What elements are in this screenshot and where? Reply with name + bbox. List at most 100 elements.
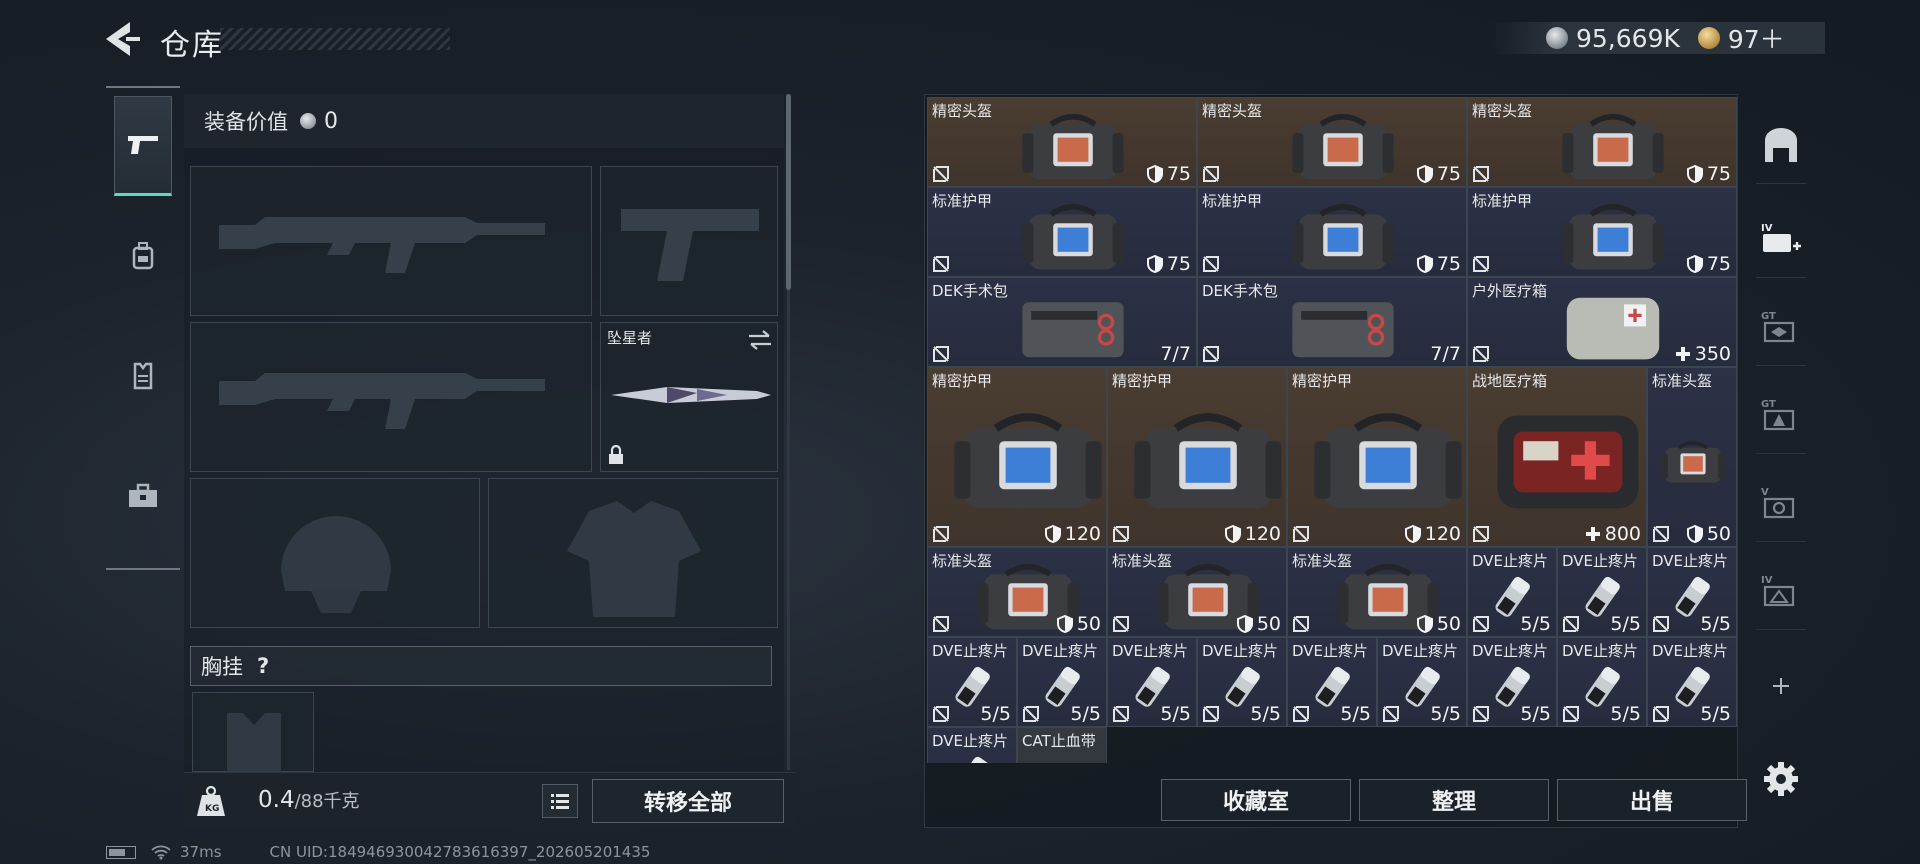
not-insured-icon — [933, 526, 949, 542]
rail-ammo-box[interactable]: GT — [1756, 290, 1806, 366]
inventory-item[interactable]: 精密护甲 120 — [1107, 367, 1287, 547]
inventory-item[interactable]: DVE止疼片 5/5 — [1467, 547, 1557, 637]
armor-shield-icon — [1686, 165, 1703, 183]
item-value: 5/5 — [1070, 703, 1101, 725]
item-value-text: 350 — [1694, 343, 1731, 365]
inventory-item[interactable]: 标准护甲 75 — [927, 187, 1197, 277]
inventory-item[interactable]: DVE止疼片 5/5 — [927, 637, 1017, 727]
not-insured-icon — [1563, 616, 1579, 632]
tab-vest[interactable] — [114, 326, 172, 426]
item-name: DVE止疼片 — [1472, 642, 1549, 660]
inventory-item[interactable]: DVE止疼片 5/5 — [1377, 637, 1467, 727]
item-value: 7/7 — [1160, 343, 1191, 365]
svg-text:GT: GT — [1761, 399, 1776, 410]
back-arrow-icon — [106, 22, 140, 56]
inventory-item[interactable]: DVE止疼片 5/5 — [1467, 637, 1557, 727]
armor-shield-icon — [1416, 615, 1433, 633]
back-button[interactable] — [100, 18, 146, 60]
rail-medkit-tier[interactable]: IV — [1756, 202, 1806, 278]
tab-rail-bottom — [106, 568, 180, 570]
not-insured-icon — [1653, 526, 1669, 542]
swap-icon[interactable] — [747, 329, 773, 351]
tab-case[interactable] — [114, 446, 172, 546]
inventory-item[interactable]: 标准护甲 75 — [1197, 187, 1467, 277]
inventory-item[interactable]: DVE止疼片 5/5 — [1017, 637, 1107, 727]
item-value: 75 — [1146, 163, 1191, 185]
gold-currency-value[interactable]: 97＋ — [1728, 20, 1785, 56]
melee-slot[interactable]: 坠星者 — [600, 322, 778, 472]
inventory-item[interactable]: DVE止疼片 — [927, 727, 1017, 763]
weight-icon: KG — [197, 785, 225, 816]
wifi-icon — [151, 845, 171, 860]
tab-weapons[interactable] — [114, 96, 172, 196]
tier-box-icon: IV — [1761, 575, 1795, 606]
inventory-item[interactable]: DVE止疼片 5/5 — [1557, 637, 1647, 727]
collection-button[interactable]: 收藏室 — [1161, 779, 1351, 821]
inventory-item[interactable]: 精密头盔 75 — [927, 97, 1197, 187]
item-value: 75 — [1146, 253, 1191, 275]
item-name: 精密头盔 — [1202, 102, 1263, 120]
safe-box-icon — [1765, 127, 1797, 162]
not-insured-icon — [1563, 706, 1579, 722]
item-value: 5/5 — [1700, 703, 1731, 725]
transfer-all-button[interactable]: 转移全部 — [592, 779, 784, 823]
rail-add-button[interactable] — [1756, 648, 1806, 724]
rail-vision-box[interactable]: V — [1756, 466, 1806, 542]
armor-vest-icon — [1022, 203, 1124, 270]
item-name: 户外医疗箱 — [1472, 282, 1548, 300]
sidearm-slot[interactable] — [600, 166, 778, 316]
helmet-bag-icon — [1292, 113, 1394, 180]
list-view-button[interactable] — [542, 784, 578, 818]
inventory-item[interactable]: 精密头盔 75 — [1467, 97, 1737, 187]
inventory-item[interactable]: 标准护甲 75 — [1467, 187, 1737, 277]
armor-shield-icon — [1686, 255, 1703, 273]
loadout-scrollbar[interactable] — [786, 94, 791, 290]
inventory-item[interactable]: CAT止血带 — [1017, 727, 1107, 763]
inventory-item[interactable]: 标准头盔 50 — [1287, 547, 1467, 637]
secondary-weapon-slot[interactable] — [190, 322, 592, 472]
not-insured-icon — [1473, 346, 1489, 362]
title-decoration — [220, 28, 450, 50]
inventory-item[interactable]: DVE止疼片 5/5 — [1107, 637, 1197, 727]
armor-slot[interactable] — [488, 478, 778, 628]
item-value-text: 5/5 — [980, 703, 1011, 725]
inventory-item[interactable]: 精密护甲 120 — [1287, 367, 1467, 547]
not-insured-icon — [1473, 616, 1489, 632]
settings-button[interactable] — [1762, 760, 1800, 798]
inventory-item[interactable]: 户外医疗箱 350 — [1467, 277, 1737, 367]
rail-tier-box[interactable]: IV — [1756, 554, 1806, 630]
sell-button[interactable]: 出售 — [1557, 779, 1747, 821]
rail-armor-box[interactable]: GT — [1756, 378, 1806, 454]
item-value-text: 75 — [1166, 253, 1191, 275]
inventory-item[interactable]: DVE止疼片 5/5 — [1647, 547, 1737, 637]
inventory-item[interactable]: 精密头盔 75 — [1197, 97, 1467, 187]
item-value: 5/5 — [1610, 703, 1641, 725]
helmet-slot[interactable] — [190, 478, 480, 628]
inventory-item[interactable]: DEK手术包 7/7 — [1197, 277, 1467, 367]
inventory-item[interactable]: DVE止疼片 5/5 — [1557, 547, 1647, 637]
armor-shield-icon — [1044, 525, 1061, 543]
not-insured-icon — [1383, 706, 1399, 722]
item-name: 精密护甲 — [1112, 372, 1173, 390]
inventory-item[interactable]: 战地医疗箱 800 — [1467, 367, 1647, 547]
chest-rig-slot[interactable] — [192, 692, 314, 775]
inventory-item[interactable]: DVE止疼片 5/5 — [1287, 637, 1377, 727]
tab-backpack[interactable] — [114, 206, 172, 306]
inventory-item[interactable]: 标准头盔 50 — [1107, 547, 1287, 637]
inventory-item[interactable]: DVE止疼片 5/5 — [1197, 637, 1287, 727]
armor-shield-icon — [1146, 165, 1163, 183]
heal-plus-icon — [1675, 347, 1690, 361]
item-value-text: 800 — [1604, 523, 1641, 545]
not-insured-icon — [1653, 706, 1669, 722]
inventory-item[interactable]: DVE止疼片 5/5 — [1647, 637, 1737, 727]
rail-safe-box[interactable] — [1756, 108, 1806, 184]
inventory-item[interactable]: DEK手术包 7/7 — [927, 277, 1197, 367]
inventory-item[interactable]: 标准头盔 50 — [927, 547, 1107, 637]
chest-rig-help-button[interactable]: ? — [257, 654, 269, 678]
primary-weapon-slot[interactable] — [190, 166, 592, 316]
item-name: DVE止疼片 — [1382, 642, 1459, 660]
inventory-item[interactable]: 标准头盔 50 — [1647, 367, 1737, 547]
sort-button[interactable]: 整理 — [1359, 779, 1549, 821]
item-value-text: 120 — [1244, 523, 1281, 545]
inventory-item[interactable]: 精密护甲 120 — [927, 367, 1107, 547]
